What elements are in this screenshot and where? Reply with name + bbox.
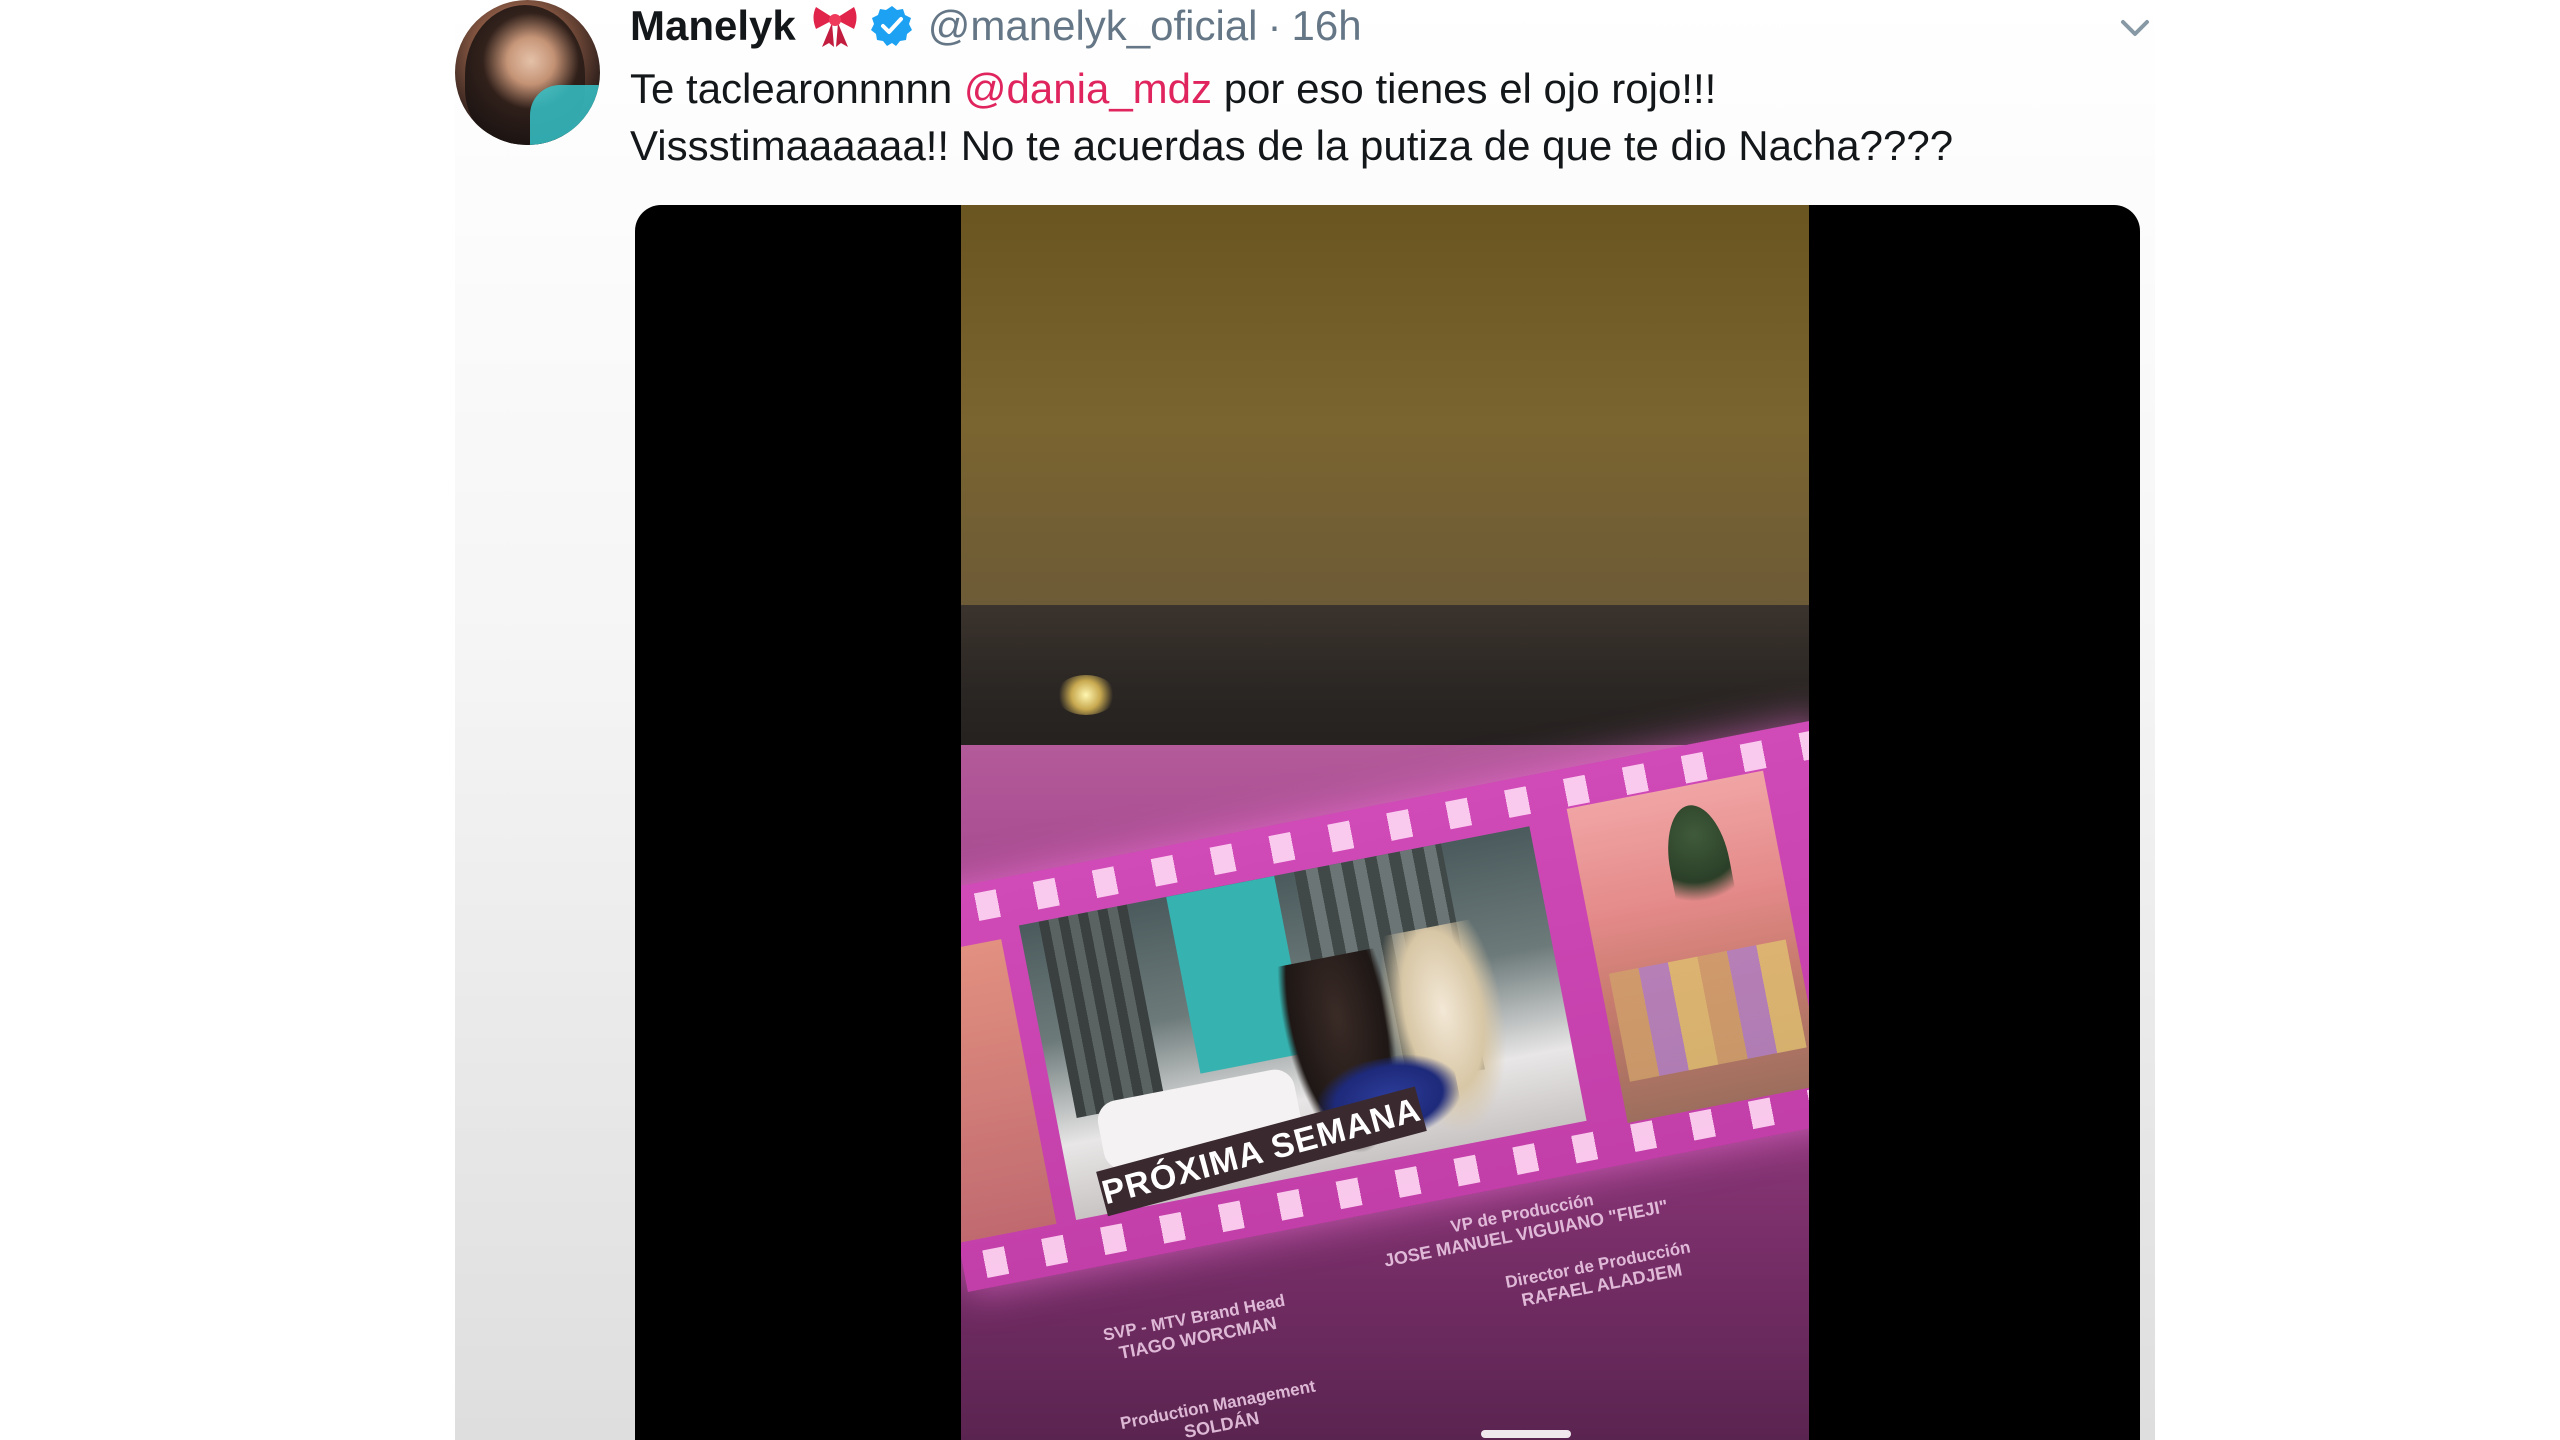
tweet-card[interactable]: Manelyk @manelyk_oficial · 16h Te taclea… bbox=[455, 0, 2155, 1440]
tweet-text-part2: por eso tienes el ojo rojo!!! bbox=[1212, 65, 1717, 112]
video-light-reflection bbox=[1056, 675, 1116, 715]
verified-badge-icon bbox=[870, 4, 914, 48]
credit-block: Director de Producción RAFAEL ALADJEM bbox=[1504, 1237, 1696, 1312]
credit-block: Production Management SOLDÁN bbox=[1119, 1377, 1321, 1440]
user-handle[interactable]: @manelyk_oficial bbox=[928, 2, 1258, 50]
bow-emoji-icon bbox=[810, 3, 860, 49]
filmstrip-cell-right bbox=[1566, 770, 1809, 1123]
tweet-header: Manelyk @manelyk_oficial · 16h bbox=[630, 0, 1362, 52]
video-wall bbox=[961, 205, 1809, 605]
display-name[interactable]: Manelyk bbox=[630, 2, 796, 50]
tweet-text: Te taclearonnnnn @dania_mdz por eso tien… bbox=[630, 60, 2130, 174]
video-frame: PRÓXIMA SEMANA SVP - MTV Brand Head TIAG… bbox=[961, 205, 1809, 1440]
avatar-clothing bbox=[530, 85, 600, 145]
video-player[interactable]: PRÓXIMA SEMANA SVP - MTV Brand Head TIAG… bbox=[635, 205, 2140, 1440]
avatar[interactable] bbox=[455, 0, 600, 145]
tweet-text-line2: Vissstimaaaaaa!! No te acuerdas de la pu… bbox=[630, 122, 1954, 169]
mention-link[interactable]: @dania_mdz bbox=[964, 65, 1212, 112]
tweet-text-part1: Te taclearonnnnn bbox=[630, 65, 964, 112]
scene-curtain bbox=[1038, 904, 1166, 1119]
tweet-timestamp[interactable]: 16h bbox=[1292, 2, 1362, 50]
video-progress-indicator[interactable] bbox=[1481, 1430, 1571, 1438]
chevron-down-icon[interactable] bbox=[2115, 8, 2155, 48]
scene-palm-tree bbox=[1658, 799, 1741, 930]
header-separator: · bbox=[1267, 2, 1282, 49]
credit-block: SVP - MTV Brand Head TIAGO WORCMAN bbox=[1101, 1291, 1290, 1366]
screenshot-stage: Manelyk @manelyk_oficial · 16h Te taclea… bbox=[0, 0, 2560, 1440]
scene-letters bbox=[1608, 939, 1807, 1082]
